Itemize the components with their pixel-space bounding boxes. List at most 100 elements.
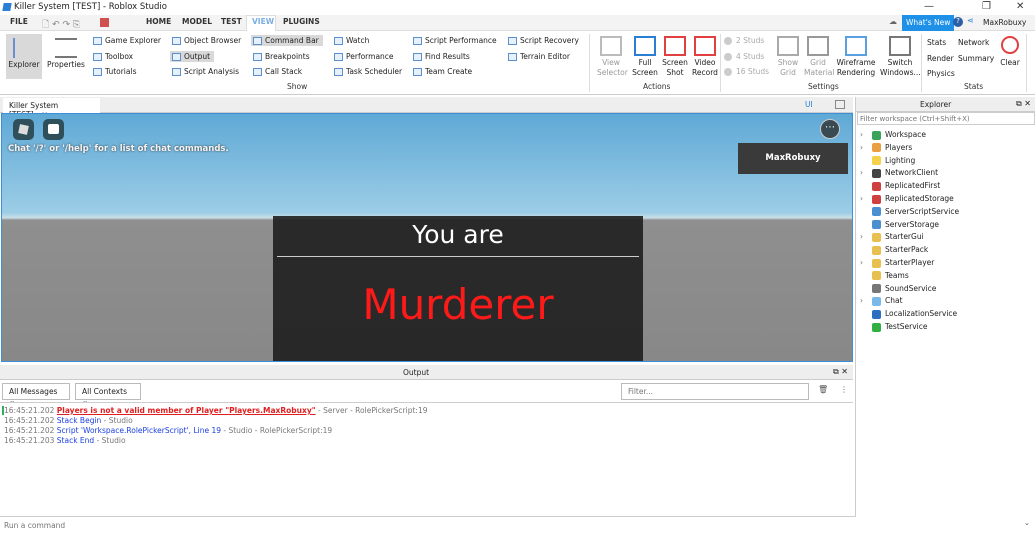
tab-plugins[interactable]: PLUGINS: [283, 17, 320, 26]
ribbon-task-scheduler-button[interactable]: Task Scheduler: [332, 66, 406, 77]
explorer-item-lighting[interactable]: Lighting: [860, 156, 915, 169]
ribbon-game-explorer-button[interactable]: Game Explorer: [91, 35, 165, 46]
more-icon[interactable]: ⋮: [840, 385, 848, 394]
explorer-item-chat[interactable]: › Chat: [860, 296, 903, 309]
more-options-icon[interactable]: ⋯: [820, 119, 840, 139]
output-dock-icon[interactable]: ⧉ ✕: [833, 367, 848, 377]
ribbon-terrain-editor-button[interactable]: Terrain Editor: [506, 51, 574, 62]
studs-1-radio[interactable]: 4 Studs: [724, 52, 764, 61]
output-filter-input[interactable]: [621, 383, 809, 400]
viewport-tab[interactable]: Killer System [TEST]✕: [3, 98, 100, 119]
explorer-dock-icon[interactable]: ⧉ ✕: [1016, 99, 1031, 109]
expand-chevron-icon[interactable]: ›: [860, 232, 872, 241]
expand-chevron-icon[interactable]: ›: [860, 130, 872, 139]
tab-test[interactable]: TEST: [221, 17, 242, 26]
switch-windows--button[interactable]: Switch Windows...: [880, 36, 921, 78]
stats-network-button[interactable]: Network: [958, 38, 989, 47]
context-filter-dropdown[interactable]: All Contexts ⌄: [75, 383, 141, 405]
explorer-filter-input[interactable]: [857, 112, 1035, 125]
screen-shot-button[interactable]: Screen Shot: [661, 36, 689, 78]
explorer-item-soundservice[interactable]: SoundService: [860, 284, 936, 297]
tab-view[interactable]: VIEW: [252, 17, 274, 26]
explorer-item-serverstorage[interactable]: ServerStorage: [860, 220, 939, 233]
ribbon-output-button[interactable]: Output: [170, 50, 215, 62]
expand-chevron-icon[interactable]: ›: [860, 168, 872, 177]
player-list-entry[interactable]: MaxRobuxy: [738, 143, 848, 174]
studs-2-radio[interactable]: 16 Studs: [724, 67, 769, 76]
stats-summary-button[interactable]: Summary: [958, 54, 994, 63]
share-icon[interactable]: ⋖: [967, 16, 974, 25]
grid-material-button[interactable]: Grid Material: [804, 36, 834, 78]
ui-toggle[interactable]: UI: [805, 100, 813, 109]
view-selector-button[interactable]: View Selector: [597, 36, 628, 78]
explorer-item-replicatedfirst[interactable]: ReplicatedFirst: [860, 181, 940, 194]
ribbon-script-analysis-button[interactable]: Script Analysis: [170, 66, 243, 77]
explorer-item-players[interactable]: › Players: [860, 143, 912, 156]
ribbon-script-performance-button[interactable]: Script Performance: [411, 35, 501, 46]
explorer-item-workspace[interactable]: › Workspace: [860, 130, 926, 143]
expand-chevron-icon[interactable]: ›: [860, 143, 872, 152]
trash-icon[interactable]: 🗑: [818, 385, 828, 394]
expand-chevron-icon[interactable]: ›: [860, 194, 872, 203]
script-performance-icon: [413, 37, 422, 45]
ribbon-script-recovery-button[interactable]: Script Recovery: [506, 35, 583, 46]
explorer-item-testservice[interactable]: TestService: [860, 322, 928, 335]
expand-chevron-icon[interactable]: ›: [860, 258, 872, 267]
game-viewport[interactable]: Chat '/?' or '/help' for a list of chat …: [1, 113, 853, 362]
object-browser-icon: [172, 37, 181, 45]
command-input[interactable]: [4, 519, 1014, 531]
stop-icon[interactable]: [100, 18, 109, 27]
explorer-button[interactable]: Explorer: [6, 34, 42, 79]
stats-physics-button[interactable]: Physics: [927, 69, 955, 78]
tab-model[interactable]: MODEL: [182, 17, 212, 26]
ribbon-object-browser-button[interactable]: Object Browser: [170, 35, 245, 46]
user-menu[interactable]: MaxRobuxy: [983, 18, 1026, 27]
studs-0-radio[interactable]: 2 Studs: [724, 36, 764, 45]
message-filter-dropdown[interactable]: All Messages ⌄: [2, 383, 70, 405]
help-icon[interactable]: ?: [953, 17, 963, 27]
command-history-icon[interactable]: ⌄: [1024, 519, 1030, 527]
explorer-item-networkclient[interactable]: › NetworkClient: [860, 168, 938, 181]
clear-button[interactable]: Clear: [1000, 36, 1020, 68]
explorer-item-localizationservice[interactable]: LocalizationService: [860, 309, 957, 322]
explorer-item-starterpack[interactable]: StarterPack: [860, 245, 928, 258]
script-analysis-icon: [172, 68, 181, 76]
ribbon-command-bar-button[interactable]: Command Bar: [251, 35, 323, 46]
tab-file[interactable]: FILE: [10, 17, 28, 26]
explorer-item-replicatedstorage[interactable]: › ReplicatedStorage: [860, 194, 954, 207]
whats-new-button[interactable]: What's New: [902, 15, 955, 31]
close-button[interactable]: ✕: [1016, 1, 1024, 12]
output-log[interactable]: 16:45:21.202 Players is not a valid memb…: [0, 402, 853, 515]
ribbon-toolbox-button[interactable]: Toolbox: [91, 51, 137, 62]
video-record-button[interactable]: Video Record: [691, 36, 719, 78]
full-screen-button[interactable]: Full Screen: [631, 36, 659, 78]
stats-render-button[interactable]: Render: [927, 54, 954, 63]
ribbon-item-label: Tutorials: [105, 67, 137, 76]
show-grid-button[interactable]: Show Grid: [774, 36, 802, 78]
menu-bar: FILE 🗋 ↶ ↷ ⎘ HOME MODEL TEST VIEW PLUGIN…: [0, 15, 1035, 31]
ribbon-call-stack-button[interactable]: Call Stack: [251, 66, 306, 77]
explorer-item-teams[interactable]: Teams: [860, 271, 909, 284]
ribbon-team-create-button[interactable]: Team Create: [411, 66, 476, 77]
ribbon-watch-button[interactable]: Watch: [332, 35, 373, 46]
ribbon-breakpoints-button[interactable]: Breakpoints: [251, 51, 314, 62]
dock-icon[interactable]: [835, 100, 845, 109]
tab-home[interactable]: HOME: [146, 17, 171, 26]
expand-chevron-icon[interactable]: ›: [860, 296, 872, 305]
maximize-button[interactable]: ❐: [982, 1, 991, 12]
explorer-item-startergui[interactable]: › StarterGui: [860, 232, 924, 245]
explorer-item-starterplayer[interactable]: › StarterPlayer: [860, 258, 934, 271]
chat-icon[interactable]: [43, 119, 64, 140]
ribbon-tutorials-button[interactable]: Tutorials: [91, 66, 140, 77]
explorer-item-label: TestService: [885, 322, 928, 331]
command-bar[interactable]: ⌄: [0, 516, 1035, 532]
stats-stats-button[interactable]: Stats: [927, 38, 946, 47]
minimize-button[interactable]: —: [924, 1, 934, 12]
ribbon-performance-button[interactable]: Performance: [332, 51, 398, 62]
explorer-item-serverscriptservice[interactable]: ServerScriptService: [860, 207, 959, 220]
roblox-menu-icon[interactable]: [13, 119, 34, 140]
wireframe-rendering-button[interactable]: Wireframe Rendering: [836, 36, 876, 78]
ribbon-find-results-button[interactable]: Find Results: [411, 51, 474, 62]
properties-button[interactable]: Properties: [46, 34, 86, 79]
message-filter-label: All Messages: [9, 387, 58, 396]
